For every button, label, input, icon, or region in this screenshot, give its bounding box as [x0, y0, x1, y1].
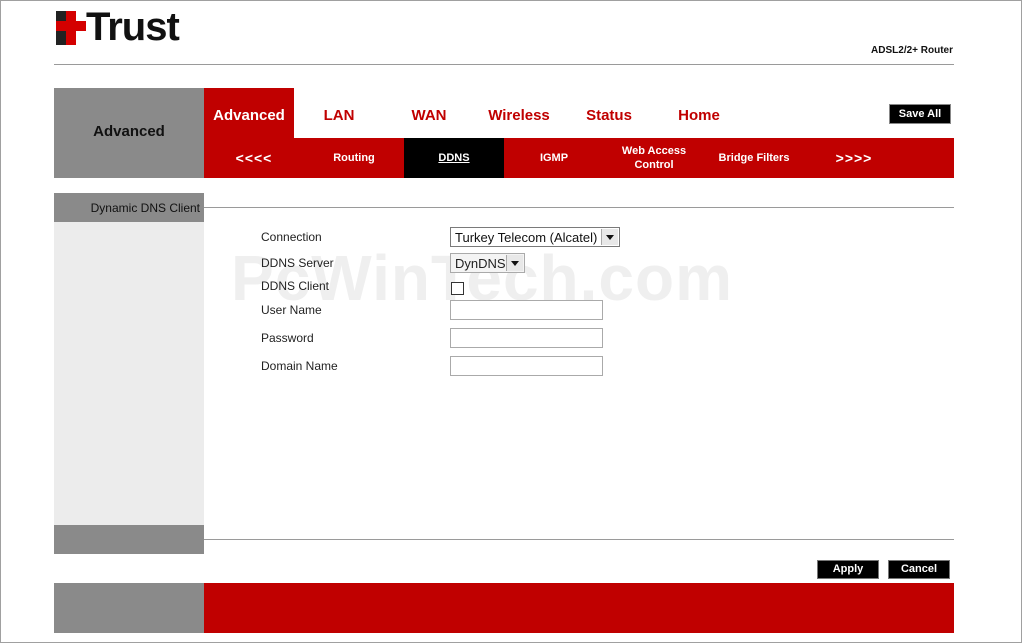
- subnav-igmp[interactable]: IGMP: [504, 138, 604, 178]
- chevron-down-icon: [506, 255, 523, 271]
- trust-logo: Trust: [56, 5, 216, 51]
- brand-name: Trust: [86, 5, 180, 49]
- tab-wireless[interactable]: Wireless: [479, 107, 559, 124]
- sidebar-footer: [54, 525, 204, 554]
- user-name-label: User Name: [261, 303, 322, 317]
- sidebar-header: Dynamic DNS Client: [54, 193, 204, 222]
- sidebar-panel: [54, 193, 204, 554]
- user-name-input[interactable]: [450, 300, 603, 320]
- subnav-ddns[interactable]: DDNS: [404, 138, 504, 178]
- connection-label: Connection: [261, 230, 322, 244]
- tab-status[interactable]: Status: [574, 107, 644, 124]
- chevron-down-icon: [601, 229, 618, 245]
- ddns-server-value: DynDNS: [455, 256, 506, 271]
- save-all-button[interactable]: Save All: [889, 104, 951, 124]
- cancel-button[interactable]: Cancel: [888, 560, 950, 579]
- header-divider: [54, 64, 954, 65]
- subnav-bridge-filters[interactable]: Bridge Filters: [704, 138, 804, 178]
- subnav-bar: <<<< Routing DDNS IGMP Web Access Contro…: [204, 138, 954, 178]
- tab-home[interactable]: Home: [664, 107, 734, 124]
- password-label: Password: [261, 331, 314, 345]
- content-top-divider: [204, 207, 954, 208]
- product-name: ADSL2/2+ Router: [871, 45, 953, 56]
- tab-advanced[interactable]: Advanced: [204, 88, 294, 138]
- domain-name-input[interactable]: [450, 356, 603, 376]
- content-bottom-divider: [204, 539, 954, 540]
- footer-bar: [204, 583, 954, 633]
- password-input[interactable]: [450, 328, 603, 348]
- footer-left-block: [54, 583, 204, 633]
- section-title-box: Advanced: [54, 88, 204, 178]
- tab-lan[interactable]: LAN: [309, 107, 369, 124]
- tab-wan[interactable]: WAN: [399, 107, 459, 124]
- tab-advanced-label: Advanced: [213, 107, 285, 124]
- domain-name-label: Domain Name: [261, 359, 338, 373]
- subnav-web-access-control[interactable]: Web Access Control: [614, 138, 694, 178]
- trust-logo-icon: [56, 11, 86, 45]
- ddns-server-label: DDNS Server: [261, 256, 334, 270]
- sidebar-title: Dynamic DNS Client: [90, 201, 200, 215]
- apply-button[interactable]: Apply: [817, 560, 879, 579]
- ddns-server-select[interactable]: DynDNS: [450, 253, 525, 273]
- subnav-next-button[interactable]: >>>>: [804, 138, 904, 178]
- connection-select[interactable]: Turkey Telecom (Alcatel): [450, 227, 620, 247]
- connection-value: Turkey Telecom (Alcatel): [455, 230, 598, 245]
- section-title: Advanced: [93, 123, 165, 140]
- subnav-prev-button[interactable]: <<<<: [204, 138, 304, 178]
- ddns-client-label: DDNS Client: [261, 279, 330, 293]
- ddns-client-checkbox[interactable]: [451, 282, 464, 295]
- subnav-routing[interactable]: Routing: [304, 138, 404, 178]
